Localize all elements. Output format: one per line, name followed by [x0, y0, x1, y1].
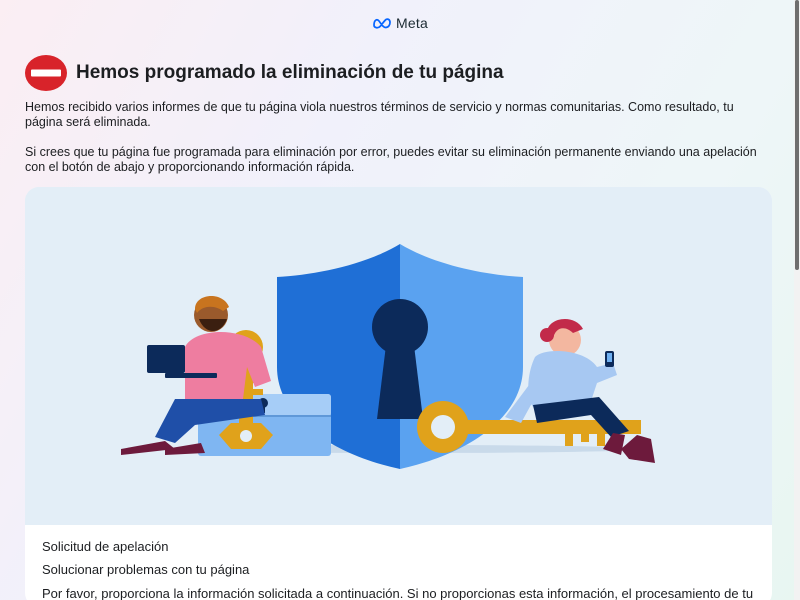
- notice-title-row: Hemos programado la eliminación de tu pá…: [25, 54, 504, 92]
- notice-paragraph-1: Hemos recibido varios informes de que tu…: [25, 100, 734, 129]
- appeal-request-label: Solicitud de apelación: [42, 539, 169, 554]
- no-entry-icon: [25, 55, 67, 91]
- security-shield-keys-illustration: [25, 187, 772, 525]
- notice-paragraph-2: Si crees que tu página fue programada pa…: [25, 145, 757, 174]
- meta-header: Meta: [0, 13, 800, 33]
- appeal-card: Solicitud de apelación Solucionar proble…: [25, 187, 772, 600]
- brand-name: Meta: [396, 15, 428, 31]
- troubleshoot-label: Solucionar problemas con tu página: [42, 562, 250, 577]
- instructions-text: Por favor, proporciona la información so…: [42, 586, 754, 600]
- scrollbar-thumb[interactable]: [795, 0, 799, 270]
- scrollbar[interactable]: [794, 0, 800, 600]
- page-title: Hemos programado la eliminación de tu pá…: [76, 62, 504, 83]
- meta-infinity-icon: [373, 18, 391, 29]
